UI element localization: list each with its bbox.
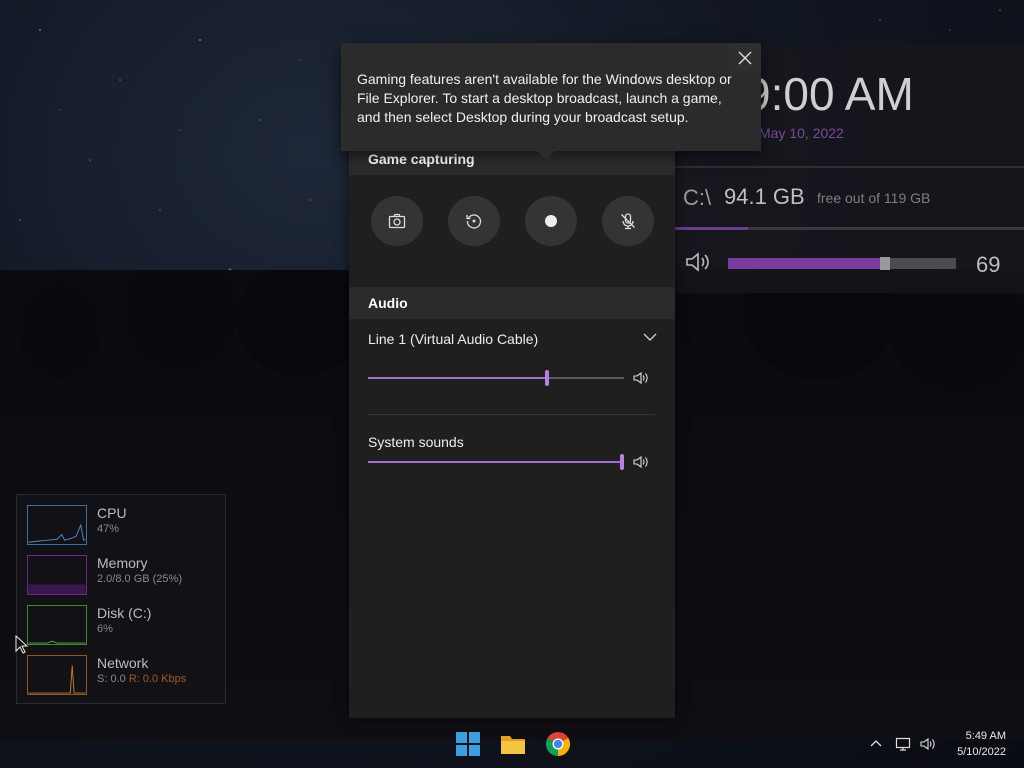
- tray-date: 5/10/2022: [957, 746, 1006, 758]
- drive-usage-bar: [675, 227, 1024, 230]
- drive-free-space: 94.1 GB: [724, 184, 805, 209]
- close-icon: [738, 51, 752, 65]
- chevron-down-icon[interactable]: [643, 332, 657, 342]
- perf-row-memory[interactable]: Memory 2.0/8.0 GB (25%): [27, 555, 222, 597]
- system-sounds-slider[interactable]: [368, 450, 624, 474]
- network-icon[interactable]: [895, 736, 911, 752]
- clock-time: 9:00 AM: [745, 68, 914, 120]
- gaming-features-tooltip: Gaming features aren't available for the…: [341, 43, 761, 160]
- audio-device-select[interactable]: Line 1 (Virtual Audio Cable): [368, 331, 538, 347]
- mic-off-icon: [621, 213, 635, 230]
- screenshot-button[interactable]: [371, 196, 423, 246]
- cpu-value: 47%: [97, 523, 120, 535]
- camera-icon: [388, 213, 406, 229]
- network-label: Network: [97, 655, 149, 671]
- chrome-icon[interactable]: [545, 731, 571, 757]
- cpu-graph: [27, 505, 87, 545]
- tray-time: 5:49 AM: [965, 730, 1006, 742]
- chevron-up-icon[interactable]: [868, 736, 884, 752]
- perf-row-network[interactable]: Network S: 0.0 R: 0.0 Kbps: [27, 655, 222, 697]
- system-sounds-label: System sounds: [368, 434, 464, 450]
- memory-graph: [27, 555, 87, 595]
- speaker-icon: [686, 252, 709, 272]
- audio-header: Audio: [349, 287, 675, 319]
- file-explorer-icon[interactable]: [500, 731, 526, 757]
- windows-start-icon[interactable]: [455, 731, 481, 757]
- cpu-label: CPU: [97, 505, 127, 521]
- tooltip-close-button[interactable]: [729, 43, 761, 73]
- drive-letter: C:\: [683, 185, 712, 210]
- record-last-button[interactable]: [448, 196, 500, 246]
- game-capturing-title: Game capturing: [368, 151, 475, 167]
- record-icon: [545, 215, 557, 227]
- device-speaker-icon[interactable]: [633, 371, 649, 385]
- volume-knob[interactable]: [880, 257, 891, 270]
- device-volume-thumb[interactable]: [545, 370, 550, 386]
- mic-toggle-button[interactable]: [602, 196, 654, 246]
- disk-graph: [27, 605, 87, 645]
- mouse-cursor-icon: [15, 635, 29, 654]
- tooltip-text: Gaming features aren't available for the…: [357, 71, 732, 125]
- start-recording-button[interactable]: [525, 196, 577, 246]
- drive-total: free out of 119 GB: [817, 190, 931, 206]
- audio-title: Audio: [368, 295, 408, 311]
- performance-widget: CPU 47% Memory 2.0/8.0 GB (25%) Disk (C:…: [16, 494, 226, 704]
- network-graph: [27, 655, 87, 695]
- memory-value: 2.0/8.0 GB (25%): [97, 573, 182, 585]
- disk-label: Disk (C:): [97, 605, 152, 621]
- memory-label: Memory: [97, 555, 148, 571]
- disk-value: 6%: [97, 623, 113, 635]
- device-volume-slider[interactable]: [368, 366, 624, 390]
- volume-value: 69: [976, 252, 1001, 277]
- replay-icon: [466, 214, 482, 229]
- tray-clock[interactable]: 5:49 AM 5/10/2022: [952, 728, 1006, 760]
- perf-row-disk[interactable]: Disk (C:) 6%: [27, 605, 222, 647]
- system-speaker-icon[interactable]: [633, 455, 649, 469]
- clock-date: May 10, 2022: [759, 125, 844, 141]
- game-bar-panel: Game capturing Audio Line 1 (Virtual Aud…: [349, 60, 675, 718]
- system-sounds-thumb[interactable]: [620, 454, 624, 470]
- perf-row-cpu[interactable]: CPU 47%: [27, 505, 222, 547]
- volume-bar[interactable]: [728, 257, 956, 270]
- volume-icon[interactable]: [920, 736, 936, 752]
- network-value: S: 0.0 R: 0.0 Kbps: [97, 673, 187, 685]
